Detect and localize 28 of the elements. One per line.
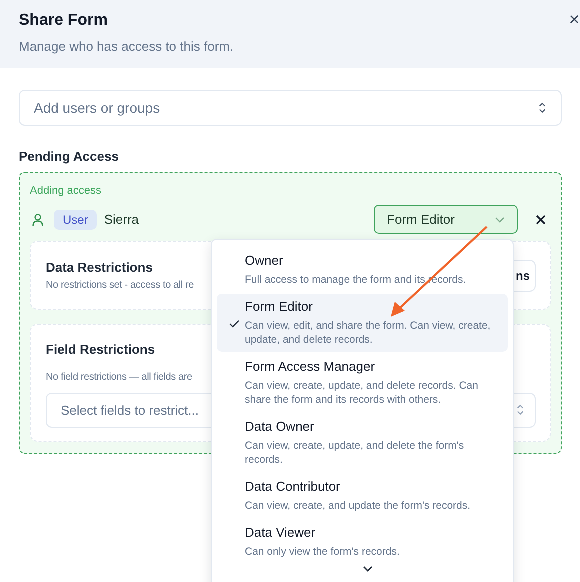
role-option[interactable]: Data Contributor Can view, create, and update the form's records. (217, 474, 508, 518)
dialog-title: Share Form (19, 12, 109, 30)
card-title: Field Restrictions (46, 342, 156, 357)
user-name: Sierra (104, 212, 140, 227)
option-description: Can view, create, update, and delete records. Can share the form and its records with others. (245, 379, 480, 407)
option-title: Form Editor (245, 299, 314, 314)
role-option[interactable]: Data Viewer Can only view the form's records. (217, 520, 508, 564)
role-select[interactable]: Form Editor (374, 205, 518, 234)
card-description: No field restrictions — all fields are (46, 372, 192, 383)
card-description: No restrictions set - access to all re (46, 280, 194, 291)
search-field[interactable]: Add users or groups (19, 90, 562, 126)
card-title: Data Restrictions (46, 260, 153, 275)
dialog-subtitle: Manage who has access to this form. (19, 39, 235, 54)
option-title: Data Viewer (245, 525, 317, 540)
user-type-badge: User (54, 210, 98, 230)
section-heading: Pending Access (19, 149, 120, 164)
option-title: Data Owner (245, 419, 316, 434)
option-description: Can view, create, update, and delete the form's records. (245, 439, 466, 467)
option-title: Data Contributor (245, 479, 342, 494)
option-title: Form Access Manager (245, 359, 376, 374)
option-description: Can view, create, and update the form's records. (245, 499, 472, 513)
role-option[interactable]: Data Owner Can view, create, update, and delete the form's records. (217, 414, 508, 472)
role-option[interactable]: Form Editor Can view, edit, and share the form. Can view, create, update, and delete records. (217, 294, 508, 352)
status-label: Adding access (30, 185, 103, 197)
option-description: Can only view the form's records. (245, 545, 401, 559)
option-title: Owner (245, 253, 284, 268)
option-description: Can view, edit, and share the form. Can view, create, update, and delete records. (245, 319, 492, 347)
role-option[interactable]: Form Access Manager Can view, create, update, and delete records. Can share the form and its records with others. (217, 354, 508, 412)
